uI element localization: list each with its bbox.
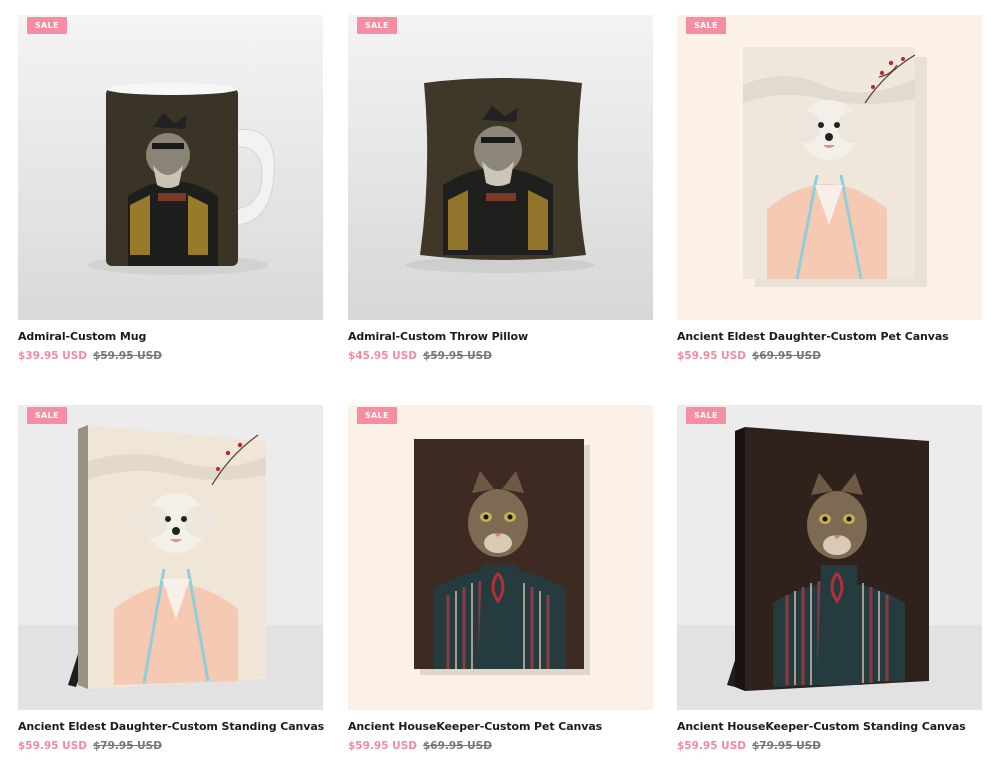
product-prices: $59.95 USD $69.95 USD <box>677 350 982 362</box>
product-prices: $45.95 USD $59.95 USD <box>348 350 653 362</box>
compare-price: $69.95 USD <box>422 740 492 752</box>
product-card[interactable]: SALE Ancient Eldest Daughter-Custom Pet … <box>677 15 982 362</box>
product-title[interactable]: Ancient Eldest Daughter-Custom Standing … <box>18 720 324 733</box>
sale-price: $59.95 USD <box>677 350 746 362</box>
product-image-canvas[interactable]: SALE <box>348 405 653 710</box>
compare-price: $79.95 USD <box>92 740 162 752</box>
sale-price: $59.95 USD <box>18 740 87 752</box>
product-image-pillow[interactable]: SALE <box>348 15 653 320</box>
canvas-cat-image <box>348 405 653 710</box>
product-prices: $59.95 USD $79.95 USD <box>18 740 323 752</box>
sale-badge: SALE <box>27 407 67 424</box>
product-title[interactable]: Admiral-Custom Throw Pillow <box>348 330 653 343</box>
product-prices: $59.95 USD $79.95 USD <box>677 740 982 752</box>
sale-badge: SALE <box>27 17 67 34</box>
sale-badge: SALE <box>357 17 397 34</box>
product-image-standing-canvas[interactable]: SALE <box>677 405 982 710</box>
standing-canvas-dog-image <box>18 405 323 710</box>
sale-price: $59.95 USD <box>348 740 417 752</box>
product-card[interactable]: SALE Ancient HouseKeeper-Custom Pet Canv… <box>348 405 653 752</box>
product-card[interactable]: SALE Ancient HouseKeeper-Custom Standing… <box>677 405 982 752</box>
product-card[interactable]: SALE Ancient Eldest Daughter-Custom Stan… <box>18 405 324 752</box>
canvas-dog-image <box>677 15 982 320</box>
compare-price: $69.95 USD <box>751 350 821 362</box>
sale-price: $45.95 USD <box>348 350 417 362</box>
sale-price: $39.95 USD <box>18 350 87 362</box>
product-title[interactable]: Ancient HouseKeeper-Custom Pet Canvas <box>348 720 653 733</box>
sale-price: $59.95 USD <box>677 740 746 752</box>
standing-canvas-cat-image <box>677 405 982 710</box>
product-image-mug[interactable]: SALE <box>18 15 323 320</box>
product-prices: $59.95 USD $69.95 USD <box>348 740 653 752</box>
sale-badge: SALE <box>686 407 726 424</box>
compare-price: $59.95 USD <box>92 350 162 362</box>
sale-badge: SALE <box>357 407 397 424</box>
product-title[interactable]: Ancient Eldest Daughter-Custom Pet Canva… <box>677 330 982 343</box>
compare-price: $59.95 USD <box>422 350 492 362</box>
product-image-standing-canvas[interactable]: SALE <box>18 405 323 710</box>
product-title[interactable]: Ancient HouseKeeper-Custom Standing Canv… <box>677 720 982 733</box>
product-card[interactable]: SALE Admiral-Custom Throw Pillow $45.95 … <box>348 15 653 362</box>
compare-price: $79.95 USD <box>751 740 821 752</box>
mug-image <box>18 15 323 320</box>
product-grid: SALE Admiral-Custom Mug $39.95 USD $59.95… <box>0 0 1000 774</box>
sale-badge: SALE <box>686 17 726 34</box>
pillow-image <box>348 15 653 320</box>
product-image-canvas[interactable]: SALE <box>677 15 982 320</box>
product-prices: $39.95 USD $59.95 USD <box>18 350 323 362</box>
product-card[interactable]: SALE Admiral-Custom Mug $39.95 USD $59.95… <box>18 15 323 362</box>
product-title[interactable]: Admiral-Custom Mug <box>18 330 323 343</box>
